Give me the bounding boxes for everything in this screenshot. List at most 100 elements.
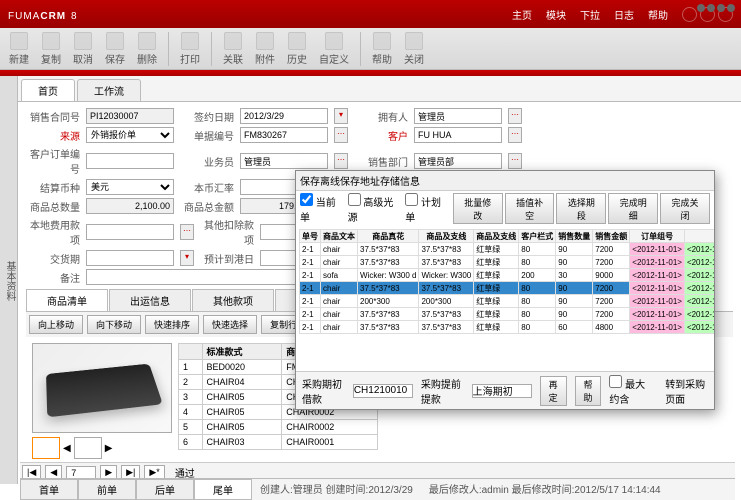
pager-dots: [697, 4, 735, 12]
btn-delete[interactable]: 删除: [134, 32, 160, 66]
top-nav: 主页 模块 下拉 日志 帮助: [512, 7, 668, 22]
dot-icon[interactable]: [707, 4, 715, 12]
grid-row[interactable]: 2-1chair37.5*37*8337.5*37*83红草绿80907200<…: [300, 243, 715, 256]
sel-source[interactable]: 外销报价单: [86, 127, 174, 143]
btn-batchedit[interactable]: 批量修改: [453, 193, 503, 224]
rail-basic[interactable]: 基本资料: [2, 261, 17, 301]
thumbnail[interactable]: [74, 437, 102, 459]
foot-inp-1[interactable]: [353, 384, 413, 398]
btab-next[interactable]: 后单: [136, 479, 194, 500]
popup-grid[interactable]: 单号商品文本商品真花商品及支线商品及支线客户栏式销售数量销售金额订单组号2-1c…: [296, 226, 714, 371]
tab-home[interactable]: 首页: [21, 79, 75, 101]
btn-close[interactable]: 关闭: [401, 32, 427, 66]
date-picker-icon[interactable]: ▾: [180, 250, 194, 266]
inp-custorder[interactable]: [86, 153, 174, 169]
btab-first[interactable]: 首单: [20, 479, 78, 500]
grid-header: 商品文本: [321, 230, 358, 243]
grid-row[interactable]: 2-1chair37.5*37*8337.5*37*83红草绿80907200<…: [300, 282, 715, 295]
lbl-qty: 商品总数量: [26, 199, 80, 214]
lookup-icon[interactable]: ⋯: [180, 224, 194, 240]
btn-quicksort[interactable]: 快速排序: [145, 315, 199, 334]
date-picker-icon[interactable]: ▾: [334, 108, 348, 124]
btn-print[interactable]: 打印: [177, 32, 203, 66]
btn-quicksel[interactable]: 快速选择: [203, 315, 257, 334]
inp-sales[interactable]: [240, 153, 328, 169]
inp-signdate[interactable]: [240, 108, 328, 124]
btn-help2[interactable]: 帮助: [575, 376, 602, 406]
dot-icon[interactable]: [697, 4, 705, 12]
created-info: 创建人:管理员 创建时间:2012/3/29: [260, 481, 413, 498]
lookup-icon[interactable]: ⋯: [334, 127, 348, 143]
popup-panel: 保存离线保存地址存储信息 当前单 高级光源 计划单 批量修改 插值补空 选择期段…: [295, 170, 715, 410]
btn-link[interactable]: 关联: [220, 32, 246, 66]
btn-moveup[interactable]: 向上移动: [29, 315, 83, 334]
grid-header: 单号: [300, 230, 321, 243]
subtab-products[interactable]: 商品清单: [26, 289, 108, 311]
chk-adv[interactable]: 高级光源: [348, 193, 404, 224]
btab-last[interactable]: 尾单: [194, 479, 252, 500]
inp-dept[interactable]: [414, 153, 502, 169]
inp-docno[interactable]: [240, 127, 328, 143]
inp-customer[interactable]: [414, 127, 502, 143]
lbl-source: 来源: [26, 128, 80, 143]
btn-reset[interactable]: 再定: [540, 376, 567, 406]
sel-currency[interactable]: 美元: [86, 179, 174, 195]
minimize-icon[interactable]: [682, 7, 697, 22]
dot-icon[interactable]: [727, 4, 735, 12]
btn-custom[interactable]: 自定义: [316, 32, 352, 66]
btn-range[interactable]: 选择期段: [556, 193, 606, 224]
foot-link[interactable]: 转到采购页面: [665, 376, 708, 406]
preview-image[interactable]: [32, 343, 172, 433]
btn-interpolate[interactable]: 插值补空: [505, 193, 555, 224]
thumb-nav-left-icon[interactable]: ◀: [63, 443, 71, 454]
btab-prev[interactable]: 前单: [78, 479, 136, 500]
grid-header: 商品及支线: [419, 230, 474, 243]
btn-cancel[interactable]: 取消: [70, 32, 96, 66]
btn-movedown[interactable]: 向下移动: [87, 315, 141, 334]
lbl-eta: 预计到港日: [200, 251, 254, 266]
table-row[interactable]: 5CHAIR05CHAIR0002: [179, 420, 378, 435]
grid-header: 商品及支线: [474, 230, 519, 243]
inp-delivery[interactable]: [86, 250, 174, 266]
grid-header: [684, 230, 714, 243]
lbl-contract: 销售合同号: [26, 109, 80, 124]
dot-icon[interactable]: [717, 4, 725, 12]
btn-detail[interactable]: 完成明细: [608, 193, 658, 224]
grid-row[interactable]: 2-1chair200*300200*300红草绿80907200<2012-1…: [300, 295, 715, 308]
btn-done[interactable]: 完成关闭: [660, 193, 710, 224]
btn-copy[interactable]: 复制: [38, 32, 64, 66]
chk-plan[interactable]: 计划单: [405, 193, 451, 224]
chk-max[interactable]: 最大约含: [609, 375, 649, 406]
grid-row[interactable]: 2-1chair37.5*37*8337.5*37*83红草绿80907200<…: [300, 308, 715, 321]
thumbnail[interactable]: [32, 437, 60, 459]
foot-inp-2[interactable]: [472, 384, 532, 398]
lookup-icon[interactable]: ⋯: [508, 108, 522, 124]
lbl-localfee: 本地费用款项: [26, 217, 80, 247]
chk-current[interactable]: 当前单: [300, 193, 346, 224]
grid-row[interactable]: 2-1sofaWicker: W300 dWicker: W300红草绿2003…: [300, 269, 715, 282]
lookup-icon[interactable]: ⋯: [508, 153, 522, 169]
nav-help[interactable]: 帮助: [648, 7, 668, 22]
subtab-other[interactable]: 其他款项: [192, 289, 274, 311]
table-row[interactable]: 6CHAIR03CHAIR0001: [179, 435, 378, 450]
inp-localfee[interactable]: [86, 224, 174, 240]
btn-save[interactable]: 保存: [102, 32, 128, 66]
thumb-nav-right-icon[interactable]: ▶: [105, 443, 113, 454]
nav-log[interactable]: 日志: [614, 7, 634, 22]
btn-new[interactable]: 新建: [6, 32, 32, 66]
inp-owner[interactable]: [414, 108, 502, 124]
btn-help[interactable]: 帮助: [369, 32, 395, 66]
lookup-icon[interactable]: ⋯: [508, 127, 522, 143]
title-bar: FUMACRM 8 主页 模块 下拉 日志 帮助: [0, 0, 741, 28]
tab-workflow[interactable]: 工作流: [77, 79, 141, 101]
lookup-icon[interactable]: ⋯: [334, 153, 348, 169]
btn-history[interactable]: 历史: [284, 32, 310, 66]
btn-attach[interactable]: 附件: [252, 32, 278, 66]
nav-module[interactable]: 模块: [546, 7, 566, 22]
inp-contract[interactable]: [86, 108, 174, 124]
grid-row[interactable]: 2-1chair37.5*37*8337.5*37*83红草绿80907200<…: [300, 256, 715, 269]
grid-row[interactable]: 2-1chair37.5*37*8337.5*37*83红草绿80604800<…: [300, 321, 715, 334]
subtab-ship[interactable]: 出运信息: [109, 289, 191, 311]
nav-dropdown[interactable]: 下拉: [580, 7, 600, 22]
nav-home[interactable]: 主页: [512, 7, 532, 22]
